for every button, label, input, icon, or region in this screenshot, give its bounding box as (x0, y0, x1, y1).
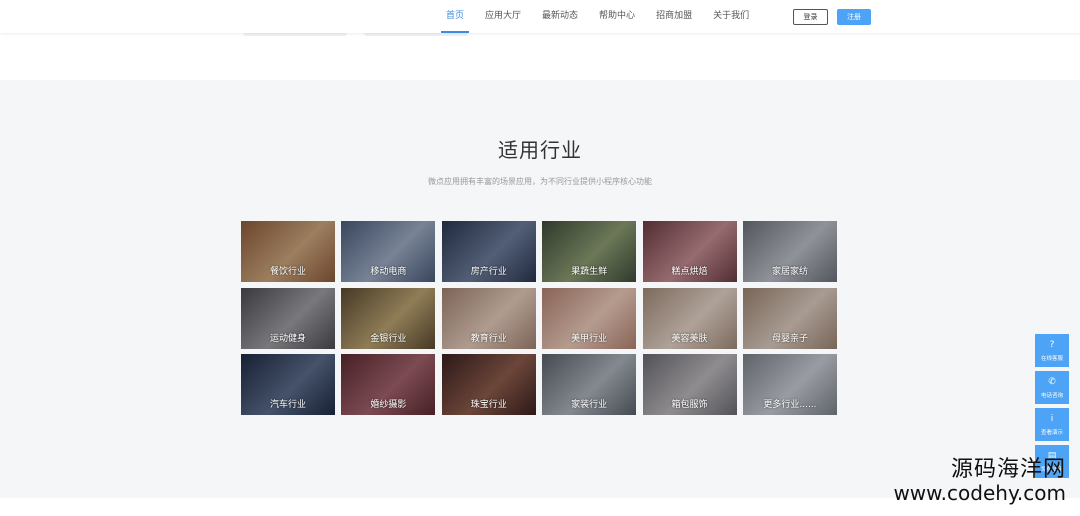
nav-item-4[interactable]: 招商加盟 (647, 0, 701, 33)
industry-card[interactable]: 家居家纺 (742, 221, 837, 282)
industry-card[interactable]: 珠宝行业 (441, 354, 536, 415)
nav-item-1[interactable]: 应用大厅 (476, 0, 530, 33)
industry-card[interactable]: 房产行业 (441, 221, 536, 282)
industry-label: 母婴亲子 (771, 333, 808, 344)
industry-label: 果蔬生鲜 (571, 267, 608, 277)
tool-label: 在线客服 (1040, 355, 1063, 362)
industry-label: 珠宝行业 (470, 400, 507, 410)
industry-card[interactable]: 餐饮行业 (241, 221, 335, 282)
industry-card[interactable]: 母婴亲子 (742, 287, 837, 349)
industry-card[interactable]: 家装行业 (542, 354, 637, 415)
industry-label: 糕点烘焙 (671, 267, 708, 277)
industry-label: 移动电商 (370, 267, 407, 277)
industry-card[interactable]: 果蔬生鲜 (542, 221, 637, 282)
watermark-url: www.codehy.com (893, 481, 1066, 506)
industry-card[interactable]: 美容美肤 (642, 287, 737, 349)
industry-card[interactable]: 更多行业...... (742, 354, 837, 415)
section-title: 适用行业 (498, 138, 582, 162)
industry-card[interactable]: 金银行业 (341, 287, 436, 349)
cutoff-card-edge (243, 33, 347, 36)
industry-card[interactable]: 美甲行业 (542, 287, 637, 349)
industry-card[interactable]: 教育行业 (441, 287, 536, 349)
industry-label: 房产行业 (470, 267, 507, 277)
industry-label: 餐饮行业 (269, 267, 306, 277)
industry-grid: 餐饮行业 移动电商 房产行业 果蔬生鲜 糕点烘焙 家居家纺运动健身 金银行业 教育行业 美甲行业… (241, 221, 837, 415)
industry-card[interactable]: 汽车行业 (241, 354, 335, 415)
section-subtitle: 微点应用拥有丰富的场景应用，为不同行业提供小程序核心功能 (428, 177, 652, 186)
tool-button-0[interactable]: ? 在线客服 (1035, 334, 1069, 367)
industry-label: 汽车行业 (269, 400, 306, 410)
industry-card[interactable]: 箱包服饰 (642, 354, 737, 415)
industry-card[interactable]: 糕点烘焙 (642, 221, 737, 282)
question-icon: ? (1049, 339, 1055, 350)
industry-card[interactable]: 运动健身 (241, 287, 335, 349)
nav-item-3[interactable]: 帮助中心 (590, 0, 644, 33)
info-icon: i (1050, 413, 1054, 424)
cutoff-card-edge (364, 33, 468, 36)
industry-label: 家居家纺 (771, 267, 808, 277)
tool-label: 查看演示 (1040, 429, 1063, 436)
watermark: 源码海洋网 www.codehy.com (893, 457, 1066, 506)
nav-item-2[interactable]: 最新动态 (533, 0, 587, 33)
login-button[interactable]: 登录 (793, 9, 828, 25)
top-navbar: 首页 应用大厅 最新动态 帮助中心 招商加盟 关于我们 登录 注册 (0, 0, 1080, 33)
industry-card[interactable]: 婚纱摄影 (341, 354, 436, 415)
industry-label: 箱包服饰 (671, 400, 708, 410)
industry-card[interactable]: 移动电商 (341, 221, 436, 282)
nav-item-5[interactable]: 关于我们 (704, 0, 758, 33)
phone-icon: ✆ (1048, 376, 1056, 387)
register-button[interactable]: 注册 (837, 9, 871, 25)
nav-item-0[interactable]: 首页 (437, 0, 473, 33)
industry-label: 美容美肤 (671, 333, 708, 344)
industry-label: 更多行业...... (763, 400, 817, 410)
industry-label: 家装行业 (571, 400, 608, 410)
tool-button-2[interactable]: i 查看演示 (1035, 408, 1069, 441)
industry-label: 婚纱摄影 (370, 400, 407, 410)
industry-label: 金银行业 (370, 333, 407, 344)
tool-label: 电话咨询 (1040, 392, 1063, 399)
industry-label: 运动健身 (269, 333, 306, 344)
main-nav: 首页 应用大厅 最新动态 帮助中心 招商加盟 关于我们 (437, 0, 761, 33)
tool-button-1[interactable]: ✆ 电话咨询 (1035, 371, 1069, 404)
watermark-name: 源码海洋网 (950, 457, 1066, 482)
industry-label: 教育行业 (470, 333, 507, 344)
industry-label: 美甲行业 (571, 333, 608, 344)
